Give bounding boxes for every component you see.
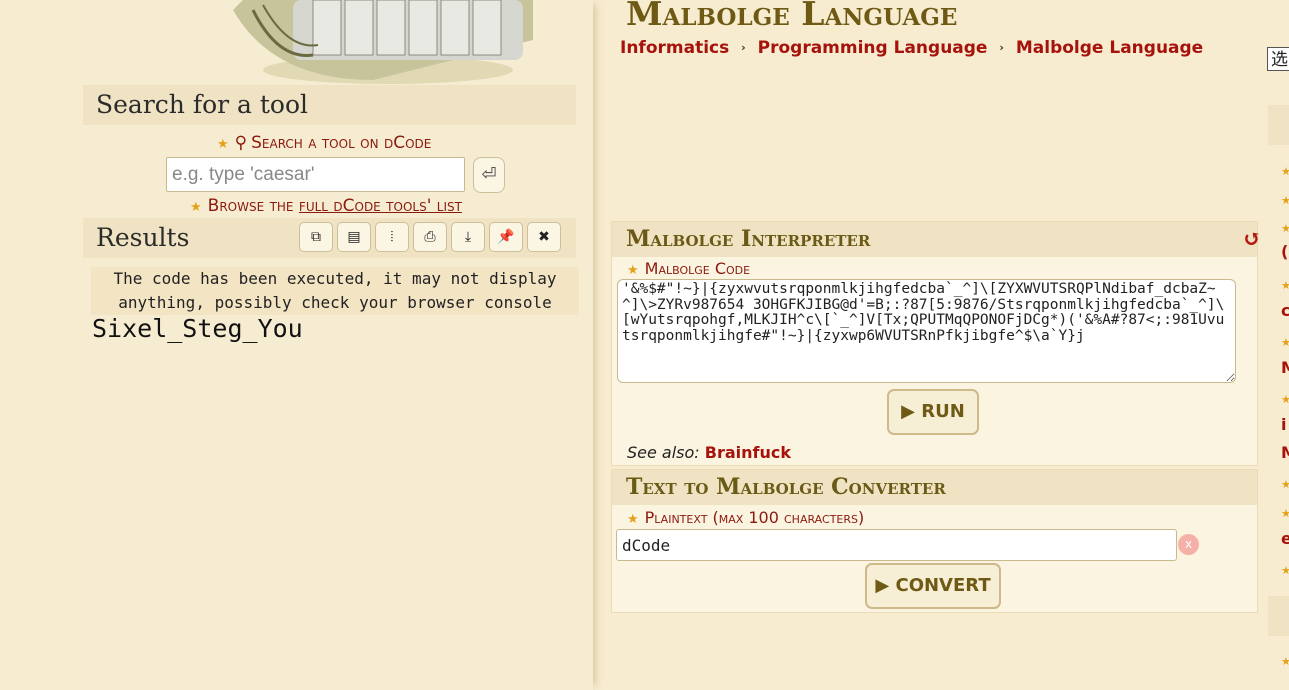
left-sidebar: Search for a tool ★ ⚲ Search a tool on dCo…	[83, 0, 593, 690]
star-icon: ★	[1281, 194, 1289, 207]
clipboard-button[interactable]: ▤	[337, 222, 371, 252]
copy-button[interactable]: ⧉	[299, 222, 333, 252]
star-icon: ★	[190, 200, 202, 215]
breadcrumb: Informatics › Programming Language › Mal…	[620, 38, 1203, 58]
columns-button[interactable]: ⦙	[375, 222, 409, 252]
chevron-right-icon: ›	[999, 41, 1004, 54]
play-icon: ▶	[901, 401, 915, 422]
convert-button[interactable]: ▶ CONVERT	[865, 563, 1001, 609]
clear-input-button[interactable]: x	[1178, 534, 1199, 555]
cryptex-logo	[233, 0, 533, 84]
chevron-right-icon: ›	[741, 41, 746, 54]
brainfuck-link[interactable]: Brainfuck	[705, 443, 791, 462]
right-link-fragment[interactable]: M	[1281, 358, 1289, 377]
search-submit-button[interactable]: ⏎	[473, 157, 505, 193]
search-input[interactable]	[166, 157, 465, 192]
interpreter-panel: Malbolge Interpreter ↺ ★ Malbolge Code '&…	[611, 221, 1261, 466]
right-link-fragment[interactable]: M	[1281, 443, 1289, 462]
page-title: Malbolge Language	[626, 0, 958, 33]
star-icon: ★	[1281, 165, 1289, 178]
converter-panel: Text to Malbolge Converter ★ Plaintext (m…	[611, 469, 1258, 613]
star-icon: ★	[1281, 655, 1289, 668]
breadcrumb-item-informatics[interactable]: Informatics	[620, 38, 729, 58]
right-link-fragment[interactable]: c	[1281, 301, 1289, 320]
language-select-box[interactable]: 选	[1267, 47, 1289, 71]
star-icon: ★	[627, 512, 639, 527]
interpreter-title: Malbolge Interpreter	[626, 226, 871, 252]
star-icon: ★	[627, 263, 639, 278]
plaintext-input[interactable]	[616, 529, 1177, 561]
columns-icon: ⦙	[390, 229, 394, 245]
close-icon: ✖	[538, 229, 550, 245]
star-icon: ★	[1281, 222, 1289, 235]
browse-tools-underlined: full dCode tools' list	[298, 196, 462, 216]
run-label: RUN	[921, 401, 965, 422]
search-icon: ⚲	[234, 133, 248, 153]
breadcrumb-item-programming-language[interactable]: Programming Language	[758, 38, 988, 58]
close-results-button[interactable]: ✖	[527, 222, 561, 252]
result-output: Sixel_Steg_You	[92, 314, 303, 343]
print-button[interactable]: ⎙	[413, 222, 447, 252]
pin-button[interactable]: 📌	[489, 222, 523, 252]
see-also-label: See also:	[627, 443, 700, 462]
see-also: See also: Brainfuck	[627, 443, 791, 462]
pin-icon: 📌	[497, 229, 515, 245]
enter-icon: ⏎	[481, 164, 497, 185]
download-icon: ⤓	[464, 229, 472, 245]
interpreter-heading: Malbolge Interpreter ↺	[612, 222, 1261, 257]
plaintext-label-text: Plaintext (max 100 characters)	[644, 508, 865, 527]
code-label-text: Malbolge Code	[644, 259, 751, 278]
converter-title: Text to Malbolge Converter	[626, 474, 946, 500]
star-icon: ★	[1281, 336, 1289, 349]
browse-tools-link[interactable]: ★ Browse the full dCode tools' list	[190, 196, 462, 216]
search-tool-heading: Search for a tool	[83, 85, 576, 125]
reset-icon[interactable]: ↺	[1243, 222, 1261, 257]
star-icon: ★	[1281, 279, 1289, 292]
plaintext-label: ★ Plaintext (max 100 characters)	[627, 508, 864, 527]
result-note: The code has been executed, it may not d…	[91, 267, 579, 315]
search-tool-link[interactable]: ★ ⚲ Search a tool on dCode	[217, 133, 431, 153]
breadcrumb-item-malbolge-language[interactable]: Malbolge Language	[1016, 38, 1203, 58]
star-icon: ★	[217, 137, 229, 152]
convert-label: CONVERT	[895, 575, 991, 596]
copy-icon: ⧉	[311, 229, 321, 245]
results-title: Results	[96, 223, 190, 252]
print-icon: ⎙	[424, 229, 436, 245]
star-icon: ★	[1281, 478, 1289, 491]
star-icon: ★	[1281, 393, 1289, 406]
search-tool-link-label: Search a tool on dCode	[251, 133, 432, 153]
star-icon: ★	[1281, 507, 1289, 520]
malbolge-code-textarea[interactable]: '&%$#"!~}|{zyxwvutsrqponmlkjihgfedcba`_^…	[617, 279, 1236, 383]
right-sidebar-heading	[1268, 596, 1289, 636]
right-link-fragment[interactable]: i	[1281, 415, 1286, 434]
right-link-fragment[interactable]: (	[1281, 242, 1288, 261]
converter-heading: Text to Malbolge Converter	[612, 470, 1257, 505]
download-button[interactable]: ⤓	[451, 222, 485, 252]
code-label: ★ Malbolge Code	[627, 259, 750, 278]
run-button[interactable]: ▶ RUN	[887, 389, 979, 435]
clipboard-icon: ▤	[347, 229, 361, 245]
play-icon: ▶	[875, 575, 890, 596]
right-link-fragment[interactable]: e	[1281, 529, 1289, 548]
browse-tools-prefix: Browse the	[207, 196, 299, 216]
right-sidebar-heading	[1268, 105, 1289, 145]
star-icon: ★	[1281, 564, 1289, 577]
